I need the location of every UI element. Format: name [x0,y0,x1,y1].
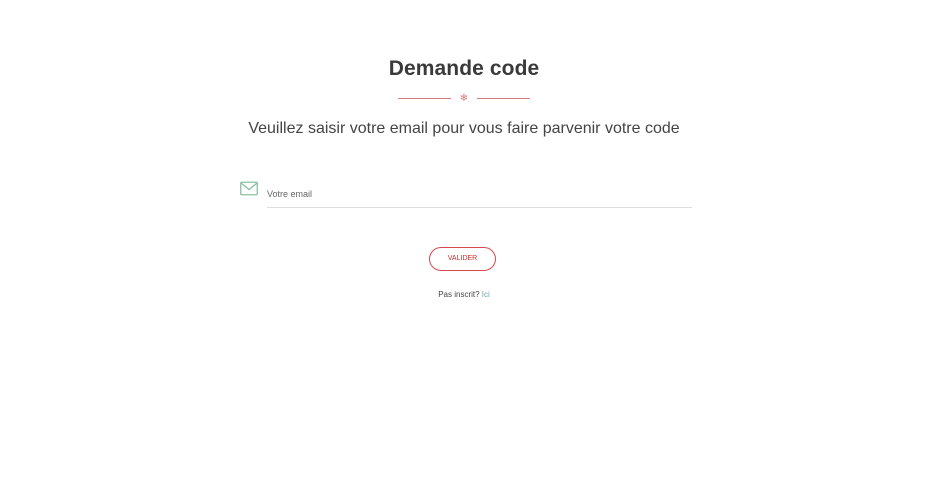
page-subtitle: Veuillez saisir votre email pour vous fa… [248,120,680,137]
divider-line-right [477,98,530,99]
code-request-page: Demande code ❄ Veuillez saisir votre ema… [0,0,928,495]
envelope-icon [240,181,258,196]
snowflake-icon: ❄ [459,93,469,104]
divider-line-left [398,98,451,99]
signup-prompt: Pas inscrit? Ici [0,290,928,299]
signup-text: Pas inscrit? [438,290,480,299]
email-field[interactable] [267,181,692,208]
submit-button[interactable]: VALIDER [429,247,496,271]
title-divider: ❄ [398,92,530,106]
page-title: Demande code [388,57,540,80]
signup-link[interactable]: Ici [482,290,490,299]
